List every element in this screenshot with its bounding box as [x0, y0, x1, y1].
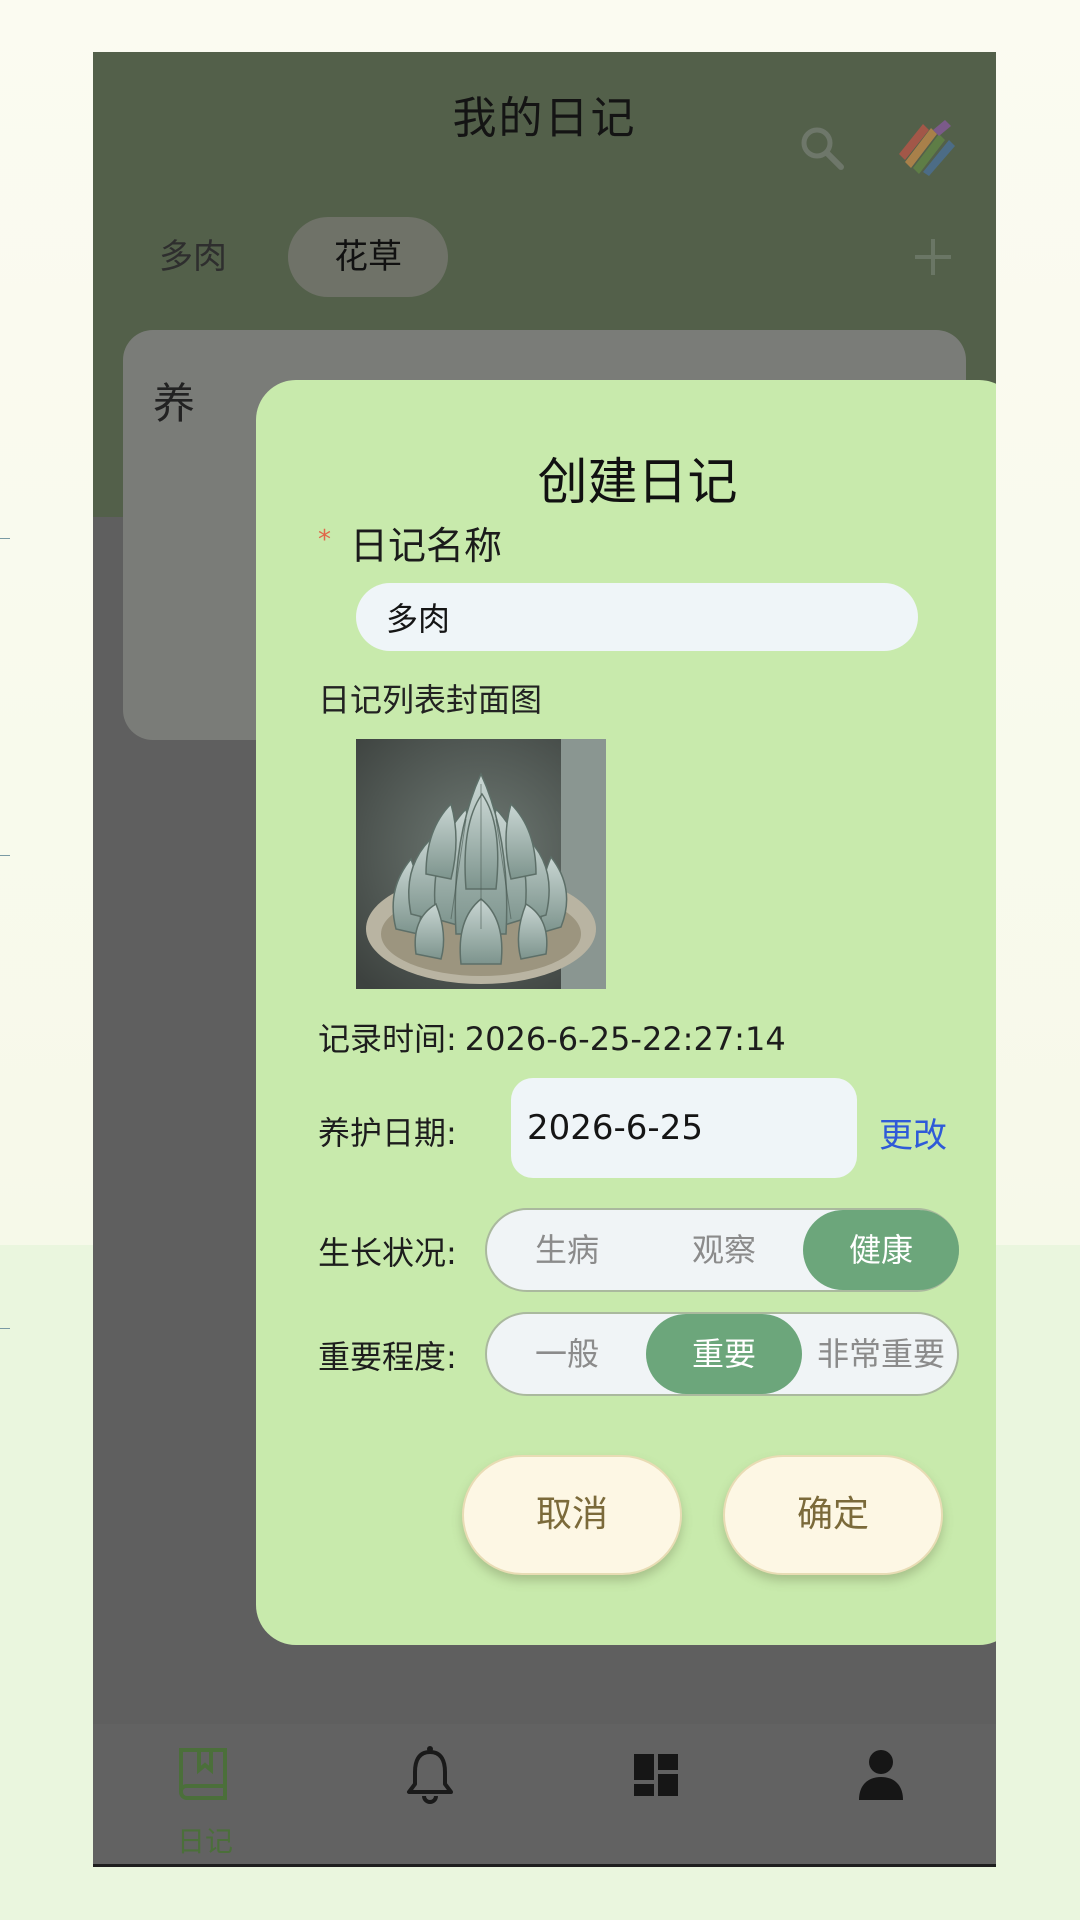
nav-item-diary[interactable]: 日记	[145, 1744, 265, 1858]
record-time-row: 记录时间: 2026-6-25-22:27:14	[318, 1014, 786, 1060]
nav-item-dashboard[interactable]	[596, 1744, 716, 1854]
growth-option-sick[interactable]: 生病	[489, 1210, 645, 1290]
care-date-label: 养护日期:	[318, 1114, 457, 1152]
page-title: 我的日记	[452, 93, 637, 144]
importance-selector: 一般 重要 非常重要	[485, 1312, 959, 1396]
confirm-button[interactable]: 确定	[723, 1455, 943, 1575]
bell-icon	[407, 1746, 453, 1804]
cover-image-label: 日记列表封面图	[318, 681, 543, 719]
cover-image[interactable]	[356, 739, 606, 989]
palette-icon[interactable]	[893, 118, 957, 176]
importance-option-very-important[interactable]: 非常重要	[803, 1314, 959, 1394]
nav-item-profile[interactable]	[821, 1744, 941, 1854]
required-mark: *	[318, 525, 331, 555]
growth-status-label: 生长状况:	[318, 1234, 457, 1272]
growth-option-healthy[interactable]: 健康	[803, 1210, 959, 1290]
tab-flowers[interactable]: 花草	[288, 217, 448, 297]
book-icon	[179, 1748, 227, 1800]
dialog-title: 创建日记	[537, 453, 738, 511]
growth-option-observe[interactable]: 观察	[646, 1210, 802, 1290]
care-date-field[interactable]: 2026-6-25	[511, 1078, 857, 1178]
change-date-link[interactable]: 更改	[879, 1108, 947, 1157]
importance-label: 重要程度:	[318, 1338, 457, 1376]
nav-label-diary: 日记	[176, 1825, 233, 1858]
dashboard-icon	[634, 1754, 678, 1796]
edge-guide-line	[0, 538, 10, 539]
edge-guide-line	[0, 1328, 10, 1329]
record-time-value: 2026-6-25-22:27:14	[464, 1020, 786, 1058]
growth-status-selector: 生病 观察 健康	[485, 1208, 959, 1292]
create-diary-dialog: 创建日记 * 日记名称 日记列表封面图	[256, 380, 996, 1645]
nav-item-notifications[interactable]	[370, 1744, 490, 1854]
phone-screen: 我的日记 多肉 花草 养 日记 创建日记 * 日记名称 多肉 日记列表封面图 记…	[93, 52, 996, 1867]
plus-icon[interactable]	[913, 237, 953, 277]
diary-name-input[interactable]	[356, 583, 918, 651]
tab-succulent[interactable]: 多肉	[138, 217, 248, 297]
record-time-label: 记录时间:	[318, 1020, 457, 1058]
importance-option-normal[interactable]: 一般	[489, 1314, 645, 1394]
diary-name-label: 日记名称	[350, 524, 503, 568]
diary-card-title: 养	[153, 379, 196, 428]
bottom-navigation: 日记	[93, 1724, 996, 1867]
edge-guide-line	[0, 855, 10, 856]
cancel-button[interactable]: 取消	[462, 1455, 682, 1575]
importance-option-important[interactable]: 重要	[646, 1314, 802, 1394]
search-icon[interactable]	[798, 124, 846, 172]
user-icon	[859, 1750, 903, 1800]
